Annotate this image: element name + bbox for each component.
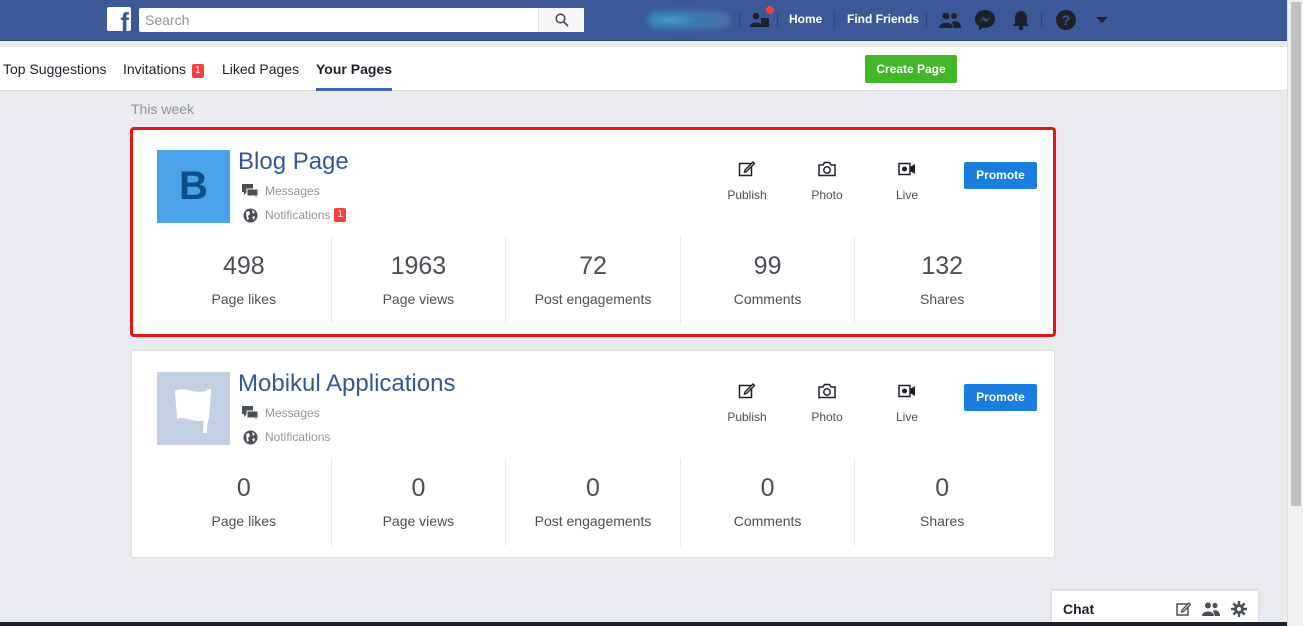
page-thumbnail-flag-icon[interactable] <box>157 372 230 445</box>
account-menu-chevron-down-icon[interactable] <box>1090 8 1114 32</box>
stat-page-likes[interactable]: 498 Page likes <box>157 236 332 324</box>
profile-avatar[interactable] <box>648 8 730 32</box>
search-input[interactable] <box>139 9 537 31</box>
messages-icon <box>242 405 258 421</box>
weekly-stats: 498 Page likes 1963 Page views 72 Post enga… <box>157 236 1029 324</box>
stat-shares[interactable]: 132 Shares <box>855 236 1029 324</box>
promote-button[interactable]: Promote <box>964 162 1037 189</box>
publish-button[interactable]: Publish <box>717 159 777 202</box>
weekly-stats: 0 Page likes 0 Page views 0 Post engagement… <box>157 458 1029 546</box>
stat-page-views[interactable]: 1963 Page views <box>332 236 507 324</box>
page-card-blog-page: B Blog Page Messages Notifications 1 Pub… <box>130 127 1056 337</box>
edit-icon <box>738 383 756 399</box>
new-message-icon[interactable] <box>1175 600 1193 618</box>
divider <box>777 11 778 29</box>
search-button[interactable] <box>538 8 584 32</box>
pages-tabs-bar: Top Suggestions Invitations 1 Liked Pages… <box>0 47 1287 91</box>
find-friends-link[interactable]: Find Friends <box>847 12 919 26</box>
tab-your-pages[interactable]: Your Pages <box>316 47 392 91</box>
search-bar <box>139 8 584 32</box>
stat-comments[interactable]: 0 Comments <box>681 458 856 546</box>
live-button[interactable]: Live <box>877 381 937 424</box>
publish-button[interactable]: Publish <box>717 381 777 424</box>
camera-icon <box>818 383 836 399</box>
tab-top-suggestions[interactable]: Top Suggestions <box>3 47 107 91</box>
chat-sidebar-bar[interactable]: Chat <box>1051 590 1259 626</box>
notifications-count-badge: 1 <box>334 208 346 222</box>
vertical-scrollbar[interactable] <box>1287 0 1303 626</box>
stat-post-engagements[interactable]: 0 Post engagements <box>506 458 681 546</box>
messages-link[interactable]: Messages <box>242 183 320 199</box>
stat-comments[interactable]: 99 Comments <box>681 236 856 324</box>
top-navigation-bar: f Home Find Friends <box>0 0 1287 41</box>
notifications-link[interactable]: Notifications <box>242 429 330 445</box>
divider <box>834 11 835 29</box>
svg-text:?: ? <box>1062 12 1071 28</box>
page-name-link[interactable]: Mobikul Applications <box>238 370 455 398</box>
divider <box>926 11 927 29</box>
chat-settings-gear-icon[interactable] <box>1230 600 1248 618</box>
divider <box>1041 11 1042 29</box>
tab-liked-pages[interactable]: Liked Pages <box>222 47 299 91</box>
notifications-bell-icon[interactable] <box>1009 8 1033 32</box>
stat-page-views[interactable]: 0 Page views <box>332 458 507 546</box>
live-video-icon <box>898 384 915 398</box>
page-thumbnail[interactable]: B <box>157 150 230 223</box>
stat-shares[interactable]: 0 Shares <box>855 458 1029 546</box>
photo-button[interactable]: Photo <box>797 381 857 424</box>
divider <box>739 11 740 29</box>
window-bottom-edge <box>0 622 1287 626</box>
chat-title[interactable]: Chat <box>1063 601 1094 617</box>
stat-page-likes[interactable]: 0 Page likes <box>157 458 332 546</box>
messages-icon <box>242 183 258 199</box>
live-button[interactable]: Live <box>877 159 937 202</box>
page-role-icon[interactable] <box>748 5 775 32</box>
search-icon <box>554 13 569 27</box>
photo-button[interactable]: Photo <box>797 159 857 202</box>
create-page-button[interactable]: Create Page <box>865 55 957 83</box>
notification-dot <box>765 5 775 15</box>
live-video-icon <box>898 162 915 176</box>
friend-requests-icon[interactable] <box>938 8 962 32</box>
messages-link[interactable]: Messages <box>242 405 320 421</box>
invitations-count-badge: 1 <box>192 64 204 78</box>
page-name-link[interactable]: Blog Page <box>238 148 349 176</box>
notifications-link[interactable]: Notifications 1 <box>242 207 346 223</box>
edit-icon <box>738 161 756 177</box>
tab-invitations[interactable]: Invitations 1 <box>123 47 204 91</box>
camera-icon <box>818 161 836 177</box>
help-icon[interactable]: ? <box>1054 8 1078 32</box>
group-chat-icon[interactable] <box>1202 600 1220 618</box>
messenger-icon[interactable] <box>973 8 997 32</box>
facebook-logo-icon[interactable]: f <box>107 7 131 31</box>
globe-icon <box>242 429 258 445</box>
promote-button[interactable]: Promote <box>964 384 1037 411</box>
scrollbar-thumb[interactable] <box>1291 2 1301 506</box>
page-card-mobikul-applications: Mobikul Applications Messages Notificati… <box>131 350 1055 558</box>
home-link[interactable]: Home <box>789 12 822 26</box>
globe-icon <box>242 207 258 223</box>
week-label: This week <box>131 101 195 117</box>
stat-post-engagements[interactable]: 72 Post engagements <box>506 236 681 324</box>
